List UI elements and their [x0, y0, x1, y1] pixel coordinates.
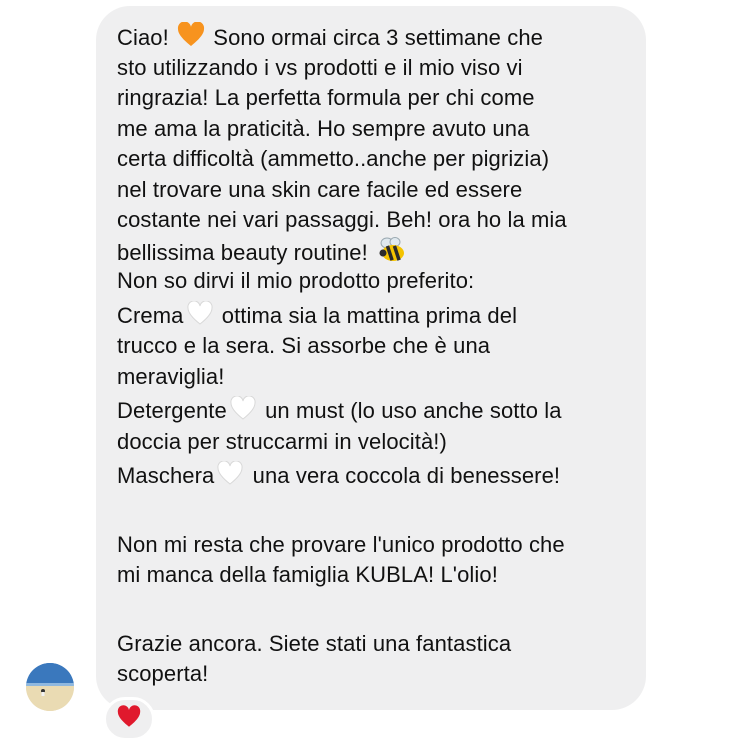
message-line: me ama la praticità. Ho sempre avuto una [117, 115, 530, 141]
red-heart-icon [116, 705, 142, 733]
avatar-photo [26, 663, 74, 711]
message-line: una vera coccola di benessere! [252, 463, 561, 489]
message-text: Ciao! Sono ormai circa 3 settimane che s… [117, 21, 637, 690]
message-line: Crema [117, 302, 184, 328]
message-line: Grazie ancora. Siete stati una fantastic… [117, 630, 512, 656]
white-heart-icon [216, 460, 244, 494]
orange-heart-icon [177, 21, 205, 57]
white-heart-icon [186, 299, 214, 334]
message-line: nel trovare una skin care facile ed esse… [117, 176, 523, 202]
message-line: Maschera [117, 463, 215, 489]
message-line: certa difficoltà (ammetto..anche per pig… [117, 146, 550, 171]
message-line: scoperta! [117, 661, 209, 686]
message-line: mi manca della famiglia KUBLA! L'olio! [117, 562, 498, 587]
message-line: ottima sia la mattina prima del [221, 302, 518, 328]
message-line: meraviglia! [117, 363, 225, 389]
message-line: doccia per struccarmi in velocità!) [117, 428, 447, 454]
message-line: ringrazia! La perfetta formula per chi c… [117, 85, 535, 110]
message-line: un must (lo uso anche sotto la [265, 398, 562, 424]
message-line: Ciao! [117, 25, 169, 51]
message-line: bellissima beauty routine! [117, 239, 368, 265]
reaction-badge[interactable] [103, 697, 155, 741]
message-line: costante nei vari passaggi. Beh! ora ho … [117, 207, 567, 232]
avatar[interactable] [26, 663, 74, 711]
message-line: Sono ormai circa 3 settimane che [213, 25, 543, 51]
message-line: trucco e la sera. Si assorbe che è una [117, 333, 491, 358]
message-line: Non so dirvi il mio prodotto preferito: [117, 268, 475, 293]
white-heart-icon [229, 395, 257, 429]
message-line: sto utilizzando i vs prodotti e il mio v… [117, 54, 523, 80]
message-line: Non mi resta che provare l'unico prodott… [117, 531, 565, 557]
message-line: Detergente [117, 398, 227, 424]
